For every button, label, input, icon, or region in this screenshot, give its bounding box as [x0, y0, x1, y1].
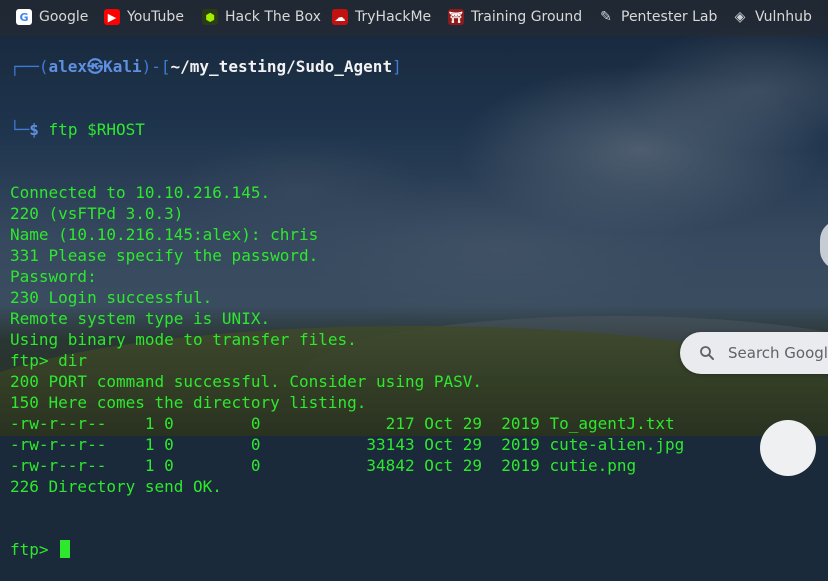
- shell-prompt-command: └─$ ftp $RHOST: [10, 120, 145, 139]
- search-icon: [700, 346, 714, 360]
- prompt-path: ~/my_testing/Sudo_Agent: [170, 57, 393, 76]
- output-line: 230 Login successful.: [10, 288, 213, 307]
- output-line: 150 Here comes the directory listing.: [10, 393, 367, 412]
- output-line: 331 Please specify the password.: [10, 246, 319, 265]
- shell-prompt-header: ┌──(alex㉿Kali)-[~/my_testing/Sudo_Agent]: [10, 57, 402, 76]
- output-line: Connected to 10.10.216.145.: [10, 183, 271, 202]
- floating-action-button[interactable]: [760, 420, 816, 476]
- command-text: ftp $RHOST: [48, 120, 145, 139]
- output-line: Password:: [10, 267, 97, 286]
- output-line: -rw-r--r-- 1 0 0 34842 Oct 29 2019 cutie…: [10, 456, 637, 475]
- output-line: -rw-r--r-- 1 0 0 33143 Oct 29 2019 cute-…: [10, 435, 685, 454]
- prompt-user: alex: [48, 57, 88, 76]
- search-placeholder: Search Google: [728, 344, 828, 362]
- output-line: 200 PORT command successful. Consider us…: [10, 372, 483, 391]
- output-line: -rw-r--r-- 1 0 0 217 Oct 29 2019 To_agen…: [10, 414, 675, 433]
- prompt-symbol: $: [29, 120, 39, 139]
- output-line: Name (10.10.216.145:alex): chris: [10, 225, 319, 244]
- ftp-prompt-text: ftp>: [10, 540, 59, 559]
- terminal-output[interactable]: ┌──(alex㉿Kali)-[~/my_testing/Sudo_Agent]…: [10, 14, 828, 581]
- output-line: 220 (vsFTPd 3.0.3): [10, 204, 184, 223]
- output-line: Remote system type is UNIX.: [10, 309, 271, 328]
- prompt-host: Kali: [103, 57, 142, 76]
- ftp-current-prompt[interactable]: ftp>: [10, 539, 828, 560]
- search-google-box[interactable]: Search Google: [680, 332, 828, 374]
- text-cursor: [60, 540, 71, 558]
- output-line: 226 Directory send OK.: [10, 477, 222, 496]
